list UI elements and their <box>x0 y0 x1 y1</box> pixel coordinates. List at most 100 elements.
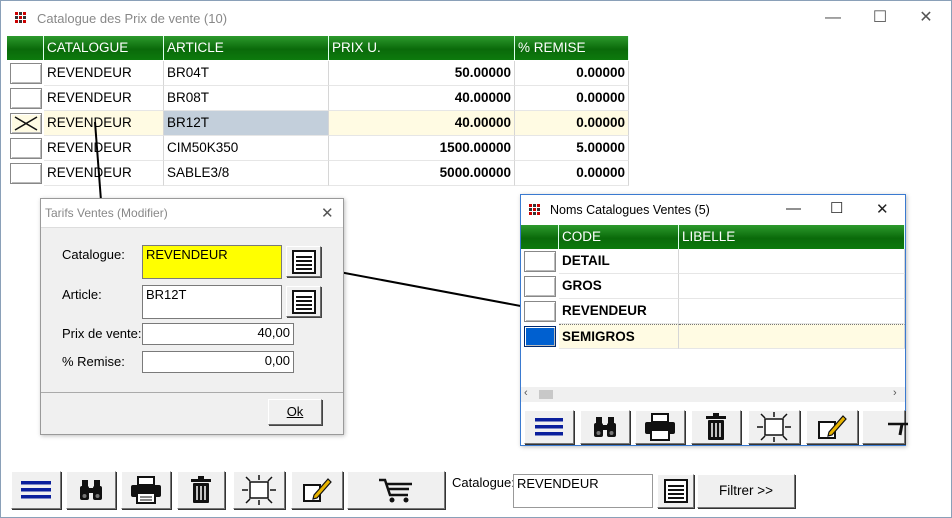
binoculars-icon <box>594 417 616 437</box>
tarifs-article-lookup-button[interactable] <box>286 286 321 317</box>
noms-titlebar: Noms Catalogues Ventes (5) — ☐ ✕ <box>521 195 905 225</box>
tarifs-article-label: Article: <box>62 287 102 302</box>
noms-close-button[interactable]: ✕ <box>876 200 889 218</box>
noms-edit-button[interactable] <box>806 410 858 444</box>
maximize-button[interactable]: ☐ <box>857 5 903 31</box>
binoculars-icon <box>80 480 102 500</box>
cell-catalogue[interactable]: REVENDEUR <box>44 161 164 186</box>
noms-cell-libelle[interactable] <box>679 274 905 299</box>
list-icon <box>291 289 316 314</box>
row-selector[interactable] <box>10 163 42 184</box>
new-item-icon <box>757 412 791 442</box>
filter-lookup-button[interactable] <box>657 474 694 508</box>
new-button[interactable] <box>233 471 285 509</box>
list-icon <box>291 249 316 274</box>
noms-cell-code[interactable]: SEMIGROS <box>559 324 679 349</box>
cell-remise[interactable]: 0.00000 <box>515 61 629 86</box>
hamburger-icon <box>535 418 563 436</box>
filter-catalogue-field[interactable]: REVENDEUR <box>513 474 653 508</box>
scroll-left-icon[interactable]: ‹ <box>524 387 528 399</box>
cell-catalogue[interactable]: REVENDEUR <box>44 111 164 136</box>
delete-button[interactable] <box>177 471 225 509</box>
print-button[interactable] <box>121 471 171 509</box>
printer-icon <box>131 476 161 504</box>
new-item-icon <box>242 475 276 505</box>
filter-button[interactable]: Filtrer >> <box>697 474 795 508</box>
noms-new-button[interactable] <box>748 410 800 444</box>
scroll-right-icon[interactable]: › <box>893 387 897 399</box>
tarifs-titlebar: Tarifs Ventes (Modifier) ✕ <box>41 199 343 227</box>
noms-delete-button[interactable] <box>691 410 741 444</box>
noms-minimize-button[interactable]: — <box>786 200 801 217</box>
noms-cell-libelle[interactable] <box>679 249 905 274</box>
row-selector[interactable] <box>10 138 42 159</box>
noms-menu-button[interactable] <box>524 410 574 444</box>
noms-maximize-button[interactable]: ☐ <box>830 199 843 217</box>
cell-catalogue[interactable]: REVENDEUR <box>44 136 164 161</box>
noms-row-selector[interactable] <box>524 301 556 322</box>
noms-column-header-libelle[interactable]: LIBELLE <box>679 225 905 249</box>
minimize-button[interactable]: — <box>810 5 856 31</box>
tarifs-prix-field[interactable]: 40,00 <box>142 323 294 345</box>
noms-cell-code[interactable]: REVENDEUR <box>559 299 679 324</box>
cell-prix[interactable]: 40.00000 <box>329 111 515 136</box>
cell-prix[interactable]: 40.00000 <box>329 86 515 111</box>
noms-dialog-title: Noms Catalogues Ventes (5) <box>550 203 710 217</box>
tarifs-remise-field[interactable]: 0,00 <box>142 351 294 373</box>
cell-article[interactable]: SABLE3/8 <box>164 161 329 186</box>
cell-article[interactable]: BR08T <box>164 86 329 111</box>
cell-remise[interactable]: 0.00000 <box>515 86 629 111</box>
cell-remise[interactable]: 0.00000 <box>515 111 629 136</box>
noms-cell-code[interactable]: GROS <box>559 274 679 299</box>
ok-button[interactable]: Ok <box>268 399 322 425</box>
noms-cart-button[interactable] <box>862 410 908 444</box>
noms-print-button[interactable] <box>635 410 685 444</box>
column-header-remise[interactable]: % REMISE <box>515 36 629 60</box>
menu-button[interactable] <box>11 471 61 509</box>
grid-corner-header <box>7 36 44 60</box>
app-icon <box>15 12 29 25</box>
tarifs-footer-divider <box>41 392 343 393</box>
noms-cell-libelle[interactable] <box>679 299 905 324</box>
noms-row-selector[interactable] <box>524 276 556 297</box>
noms-catalogues-dialog: Noms Catalogues Ventes (5) — ☐ ✕ CODE LI… <box>520 194 908 446</box>
noms-horizontal-scrollbar[interactable]: ‹ › <box>521 387 905 402</box>
tarifs-article-field[interactable]: BR12T <box>142 285 282 319</box>
noms-row-selector[interactable] <box>524 326 556 347</box>
noms-column-header-code[interactable]: CODE <box>559 225 679 249</box>
column-header-catalogue[interactable]: CATALOGUE <box>44 36 164 60</box>
cell-prix[interactable]: 5000.00000 <box>329 161 515 186</box>
close-button[interactable]: ✕ <box>903 5 949 31</box>
tarifs-catalogue-field[interactable]: REVENDEUR <box>142 245 282 279</box>
scrollbar-thumb[interactable] <box>539 390 553 399</box>
column-header-article[interactable]: ARTICLE <box>164 36 329 60</box>
noms-cell-code[interactable]: DETAIL <box>559 249 679 274</box>
cell-article[interactable]: CIM50K350 <box>164 136 329 161</box>
tarifs-catalogue-lookup-button[interactable] <box>286 246 321 277</box>
hamburger-icon <box>21 481 51 499</box>
noms-cell-libelle[interactable] <box>679 324 905 349</box>
tarifs-close-button[interactable]: ✕ <box>321 204 334 222</box>
tarifs-prix-label: Prix de vente: <box>62 326 142 341</box>
cell-remise[interactable]: 0.00000 <box>515 161 629 186</box>
edit-icon <box>303 478 332 502</box>
cell-remise[interactable]: 5.00000 <box>515 136 629 161</box>
cart-button[interactable] <box>347 471 445 509</box>
noms-grid-corner-header <box>521 225 559 249</box>
cell-article[interactable]: BR12T <box>164 111 329 136</box>
cell-article[interactable]: BR04T <box>164 61 329 86</box>
noms-row-selector[interactable] <box>524 251 556 272</box>
row-selector[interactable] <box>10 113 42 134</box>
cell-catalogue[interactable]: REVENDEUR <box>44 61 164 86</box>
cell-prix[interactable]: 50.00000 <box>329 61 515 86</box>
cell-prix[interactable]: 1500.00000 <box>329 136 515 161</box>
search-button[interactable] <box>66 471 116 509</box>
edit-icon <box>818 415 847 439</box>
noms-search-button[interactable] <box>580 410 630 444</box>
column-header-prix[interactable]: PRIX U. <box>329 36 515 60</box>
row-selector[interactable] <box>10 88 42 109</box>
row-selector[interactable] <box>10 63 42 84</box>
edit-button[interactable] <box>291 471 343 509</box>
tarifs-catalogue-label: Catalogue: <box>62 247 125 262</box>
cell-catalogue[interactable]: REVENDEUR <box>44 86 164 111</box>
